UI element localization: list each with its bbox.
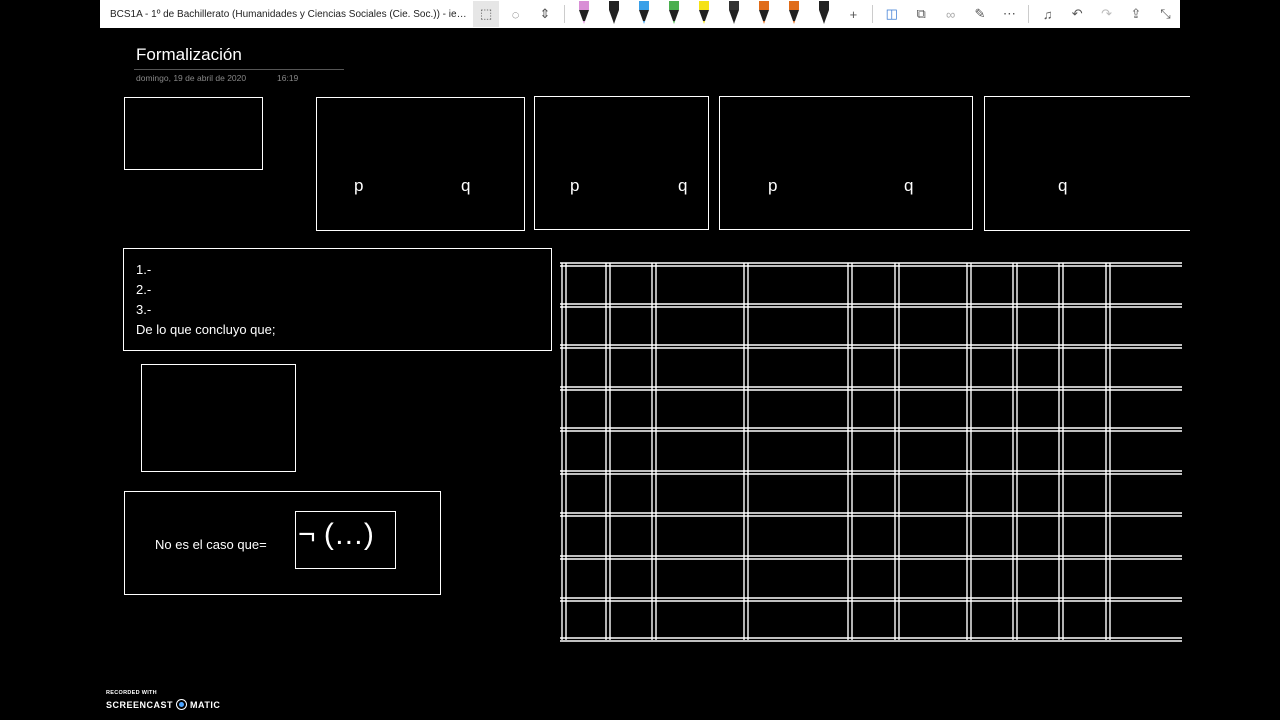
truth-table-grid — [560, 262, 1182, 642]
screencast-watermark: RECORDED WITH SCREENCAST MATIC — [106, 690, 220, 710]
screencast-logo-icon — [176, 699, 188, 710]
watermark-brand-right: MATIC — [190, 699, 221, 710]
watermark-brand-left: SCREENCAST — [106, 699, 174, 710]
watermark-caption: RECORDED WITH — [106, 690, 157, 696]
